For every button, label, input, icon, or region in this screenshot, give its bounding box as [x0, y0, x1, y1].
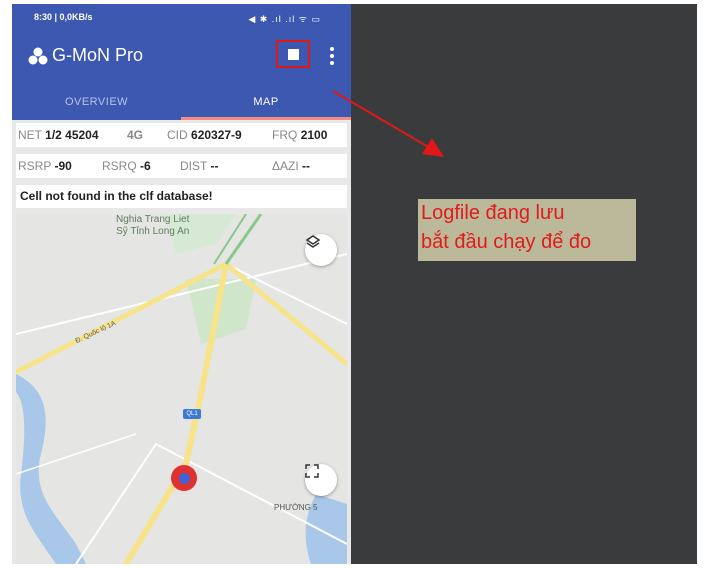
- annotation-arrow: [332, 90, 444, 157]
- annotation-line-2: bắt đầu chạy để đo: [421, 231, 592, 253]
- annotation-line-1: Logfile đang lưu: [421, 202, 565, 224]
- annotation-note: Logfile đang lưu bắt đầu chạy để đo: [418, 199, 636, 261]
- screenshot-frame: 8:30 | 0,0KB/s ◀ ✱ .ıl .ıl ᯤ ▭ G-MoN Pro…: [0, 0, 705, 568]
